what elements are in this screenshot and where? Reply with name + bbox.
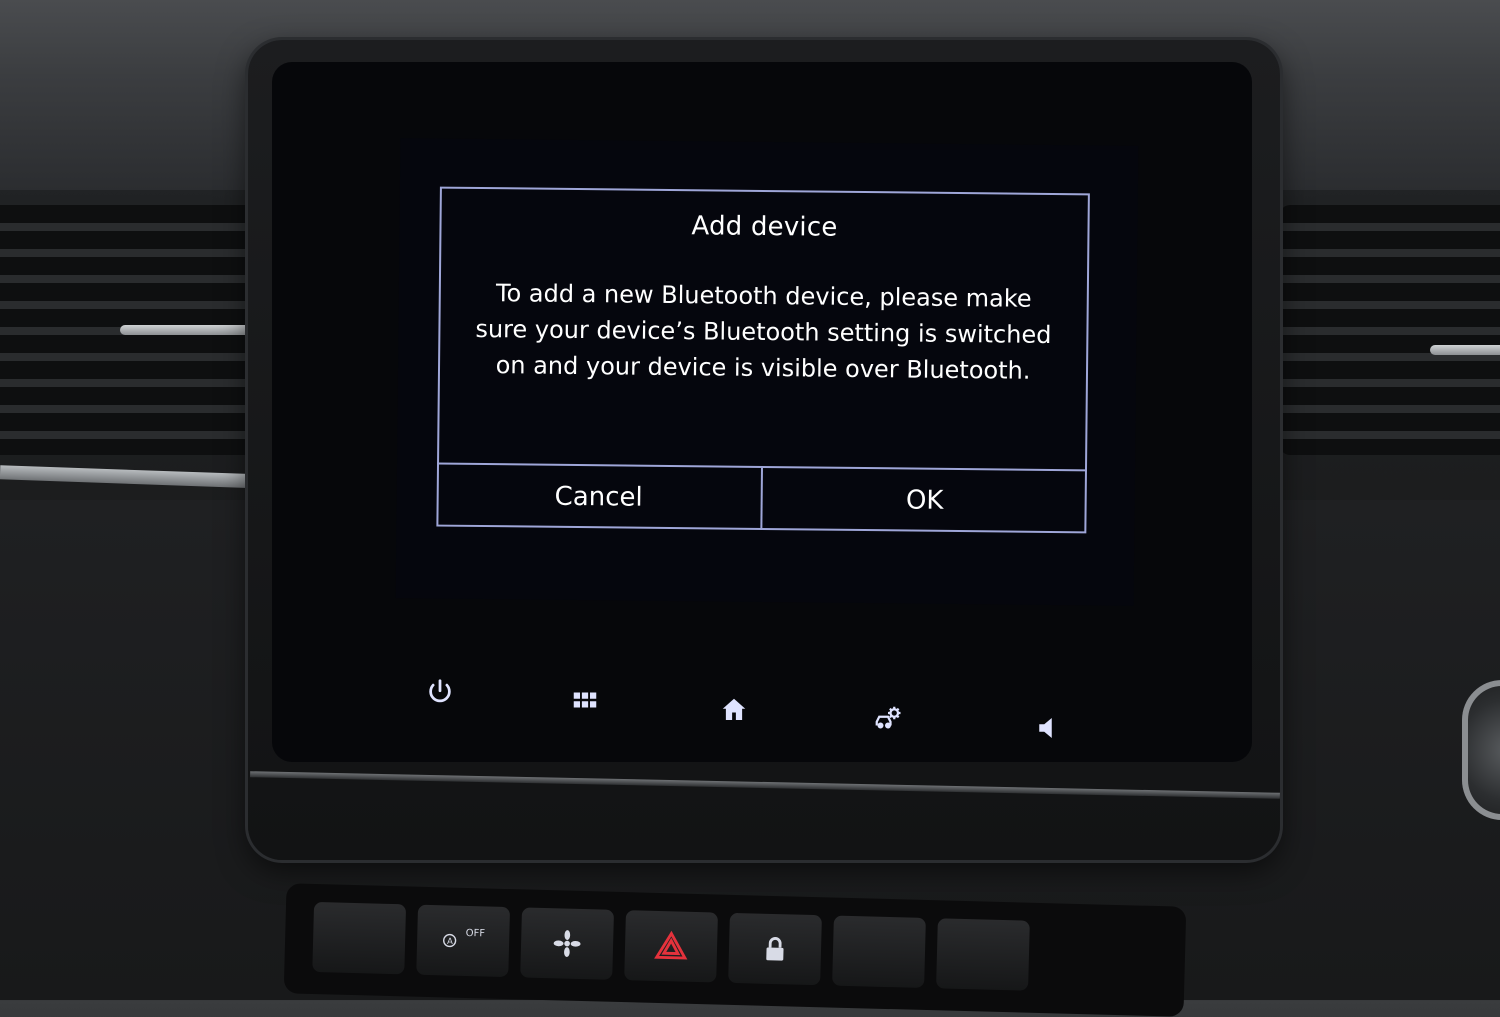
right-air-vent: [1280, 205, 1500, 455]
hazard-button[interactable]: [624, 910, 718, 983]
hardware-button-row: A OFF: [283, 883, 1187, 1017]
svg-text:A: A: [447, 937, 453, 947]
blank-button-left[interactable]: [312, 901, 407, 975]
left-air-vent: [0, 205, 290, 455]
left-chrome-trim: [0, 465, 271, 489]
home-icon[interactable]: [712, 688, 756, 732]
fan-button[interactable]: [520, 907, 615, 980]
dialog-button-bar: Cancel OK: [436, 462, 1087, 534]
add-device-dialog: Add device To add a new Bluetooth device…: [436, 186, 1090, 534]
power-icon[interactable]: [418, 670, 462, 714]
cancel-button[interactable]: Cancel: [436, 464, 763, 530]
touch-control-bar: [398, 660, 1098, 740]
volume-knob[interactable]: [1462, 680, 1500, 820]
right-vent-slider[interactable]: [1430, 345, 1500, 355]
door-lock-button[interactable]: [728, 912, 822, 986]
blank-button-right[interactable]: [832, 915, 926, 988]
ok-button[interactable]: OK: [762, 468, 1087, 533]
volume-icon[interactable]: [1026, 706, 1070, 750]
auto-stop-off-label: OFF: [465, 927, 486, 939]
dialog-title: Add device: [691, 211, 838, 243]
vehicle-settings-icon[interactable]: [866, 696, 910, 740]
auto-stop-button[interactable]: A OFF: [416, 904, 511, 978]
infotainment-screen: Add device To add a new Bluetooth device…: [395, 138, 1139, 606]
apps-grid-icon[interactable]: [563, 678, 607, 722]
blank-button-far-right[interactable]: [936, 918, 1030, 991]
dialog-message: To add a new Bluetooth device, please ma…: [475, 279, 1052, 385]
